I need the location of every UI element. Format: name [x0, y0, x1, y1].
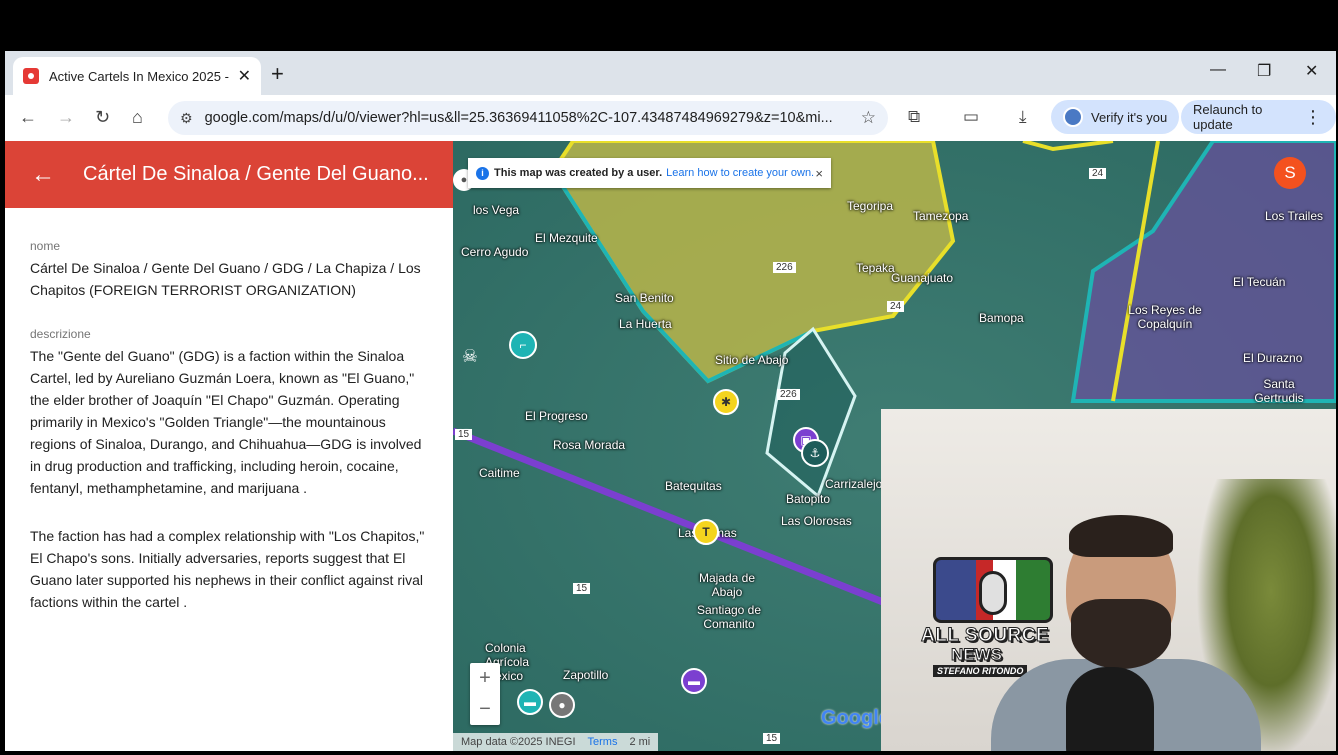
site-settings-icon[interactable]: ⚙ — [180, 110, 193, 127]
zoom-out-button[interactable]: − — [470, 694, 500, 725]
road-shield: 226 — [773, 262, 796, 273]
address-bar[interactable]: ⚙ google.com/maps/d/u/0/viewer?hl=us&ll=… — [168, 101, 888, 135]
road-shield: 24 — [887, 301, 905, 312]
place-label: Tegoripa — [847, 199, 894, 213]
name-value: Cártel De Sinaloa / Gente Del Guano / GD… — [30, 260, 421, 298]
road-shield: 15 — [455, 429, 473, 440]
maximize-icon[interactable]: ❐ — [1257, 61, 1271, 81]
home-icon[interactable]: ⌂ — [132, 107, 143, 128]
place-label: Rosa Morada — [553, 438, 626, 452]
person-marker-icon[interactable]: ● — [549, 692, 575, 718]
map-data-text: Map data ©2025 INEGI — [461, 736, 576, 748]
yellow-poi-marker[interactable]: ✱ — [713, 389, 739, 415]
place-label: San Benito — [615, 291, 674, 305]
gun-marker-icon[interactable]: ⌐ — [509, 331, 537, 359]
place-label: los Vega — [473, 203, 520, 217]
close-tab-icon[interactable]: ✕ — [238, 66, 251, 86]
road-shield: 15 — [573, 583, 591, 594]
close-notice-icon[interactable]: × — [815, 166, 823, 181]
new-tab-button[interactable]: + — [271, 61, 284, 87]
url-text[interactable]: google.com/maps/d/u/0/viewer?hl=us&ll=25… — [205, 110, 845, 126]
road-shield: 15 — [763, 733, 781, 744]
info-icon: i — [476, 166, 489, 180]
notice-text: This map was created by a user. — [494, 167, 663, 179]
cast-icon[interactable]: ▭ — [963, 107, 979, 127]
place-label: Sitio de Abajo — [715, 353, 789, 367]
verify-button[interactable]: Verify it's you — [1051, 100, 1180, 134]
tab-strip: Active Cartels In Mexico 2025 - ✕ + — ❐ … — [5, 51, 1336, 95]
description-paragraph-2: The faction has had a complex relationsh… — [30, 528, 425, 610]
tab-title: Active Cartels In Mexico 2025 - — [49, 68, 229, 84]
close-window-icon[interactable]: ✕ — [1305, 61, 1318, 81]
place-label: Zapotillo — [563, 668, 609, 682]
verify-label: Verify it's you — [1091, 109, 1168, 125]
place-label: Santiago de Comanito — [696, 603, 762, 631]
place-label: Cerro Agudo — [461, 245, 529, 259]
place-label: El Tecuán — [1233, 275, 1286, 289]
anchor-marker-icon[interactable]: ⚓ — [801, 439, 829, 467]
car-marker-icon[interactable]: ▬ — [517, 689, 543, 715]
learn-more-link[interactable]: Learn how to create your own. — [666, 167, 814, 179]
google-logo: Google — [821, 707, 890, 729]
description-label: descrizione — [30, 327, 91, 341]
map-attribution: Map data ©2025 INEGI Terms 2 mi — [453, 733, 659, 751]
terms-link[interactable]: Terms — [588, 736, 618, 748]
extensions-icon[interactable]: ⧉ — [908, 107, 920, 127]
back-arrow-icon[interactable]: ← — [31, 161, 55, 189]
browser-window: Active Cartels In Mexico 2025 - ✕ + — ❐ … — [5, 51, 1336, 751]
place-label: La Huerta — [619, 317, 672, 331]
zoom-in-button[interactable]: + — [470, 663, 500, 694]
skull-marker-icon[interactable]: ☠ — [457, 343, 483, 369]
name-label: nome — [30, 239, 61, 253]
panel-title: Cártel De Sinaloa / Gente Del Guano... — [83, 163, 429, 185]
back-icon[interactable]: ← — [19, 107, 37, 128]
place-label: Majada de Abajo — [698, 571, 756, 599]
tab-active[interactable]: Active Cartels In Mexico 2025 - ✕ — [13, 57, 261, 95]
microphone-icon — [1066, 667, 1154, 751]
relaunch-label: Relaunch to update — [1193, 102, 1263, 132]
download-icon[interactable]: ⤓ — [1019, 107, 1027, 127]
place-label: El Progreso — [525, 409, 588, 423]
car-marker-icon[interactable]: ▬ — [681, 668, 707, 694]
menu-kebab-icon[interactable]: ⋮ — [1304, 107, 1322, 128]
place-label: El Mezquite — [535, 231, 598, 245]
road-shield: 226 — [777, 389, 800, 400]
webcam-overlay: ALL SOURCE NEWS STEFANO RITONDO — [881, 409, 1336, 751]
place-label: Batopito — [786, 492, 831, 506]
yellow-poi-marker[interactable]: T — [693, 519, 719, 545]
place-label: Los Trailes — [1265, 209, 1324, 223]
maps-pin-icon — [23, 68, 39, 84]
bookmark-star-icon[interactable]: ☆ — [861, 108, 876, 128]
feature-panel: ← Cártel De Sinaloa / Gente Del Guano...… — [5, 141, 453, 751]
place-label: Batequitas — [665, 479, 722, 493]
avatar[interactable]: S — [1274, 157, 1306, 189]
reload-icon[interactable]: ↻ — [95, 107, 110, 128]
place-label: Bamopa — [979, 311, 1024, 325]
place-label: Los Reyes de Copalquín — [1128, 303, 1202, 331]
place-label: Tamezopa — [913, 209, 969, 223]
description-paragraph-1: The "Gente del Guano" (GDG) is a faction… — [30, 348, 422, 496]
place-label: Guanajuato — [891, 271, 954, 285]
panel-header: ← Cártel De Sinaloa / Gente Del Guano... — [5, 141, 453, 208]
place-label: Santa Gertrudis — [1254, 377, 1304, 405]
forward-icon[interactable]: → — [57, 107, 75, 128]
zoom-control: + − — [470, 663, 500, 725]
place-label: Caitime — [479, 466, 520, 480]
browser-toolbar: ← → ↻ ⌂ ⚙ google.com/maps/d/u/0/viewer?h… — [5, 95, 1336, 141]
place-label: Carrizalejo — [825, 477, 883, 491]
place-label: Las Olorosas — [781, 514, 852, 528]
minimize-icon[interactable]: — — [1210, 61, 1226, 79]
road-shield: 24 — [1089, 168, 1107, 179]
profile-shield-icon — [1063, 107, 1083, 127]
place-label: Tepaka — [856, 261, 895, 275]
scale-bar: 2 mi — [629, 736, 651, 748]
user-map-notice: i This map was created by a user. Learn … — [468, 158, 831, 188]
place-label: El Durazno — [1243, 351, 1303, 365]
